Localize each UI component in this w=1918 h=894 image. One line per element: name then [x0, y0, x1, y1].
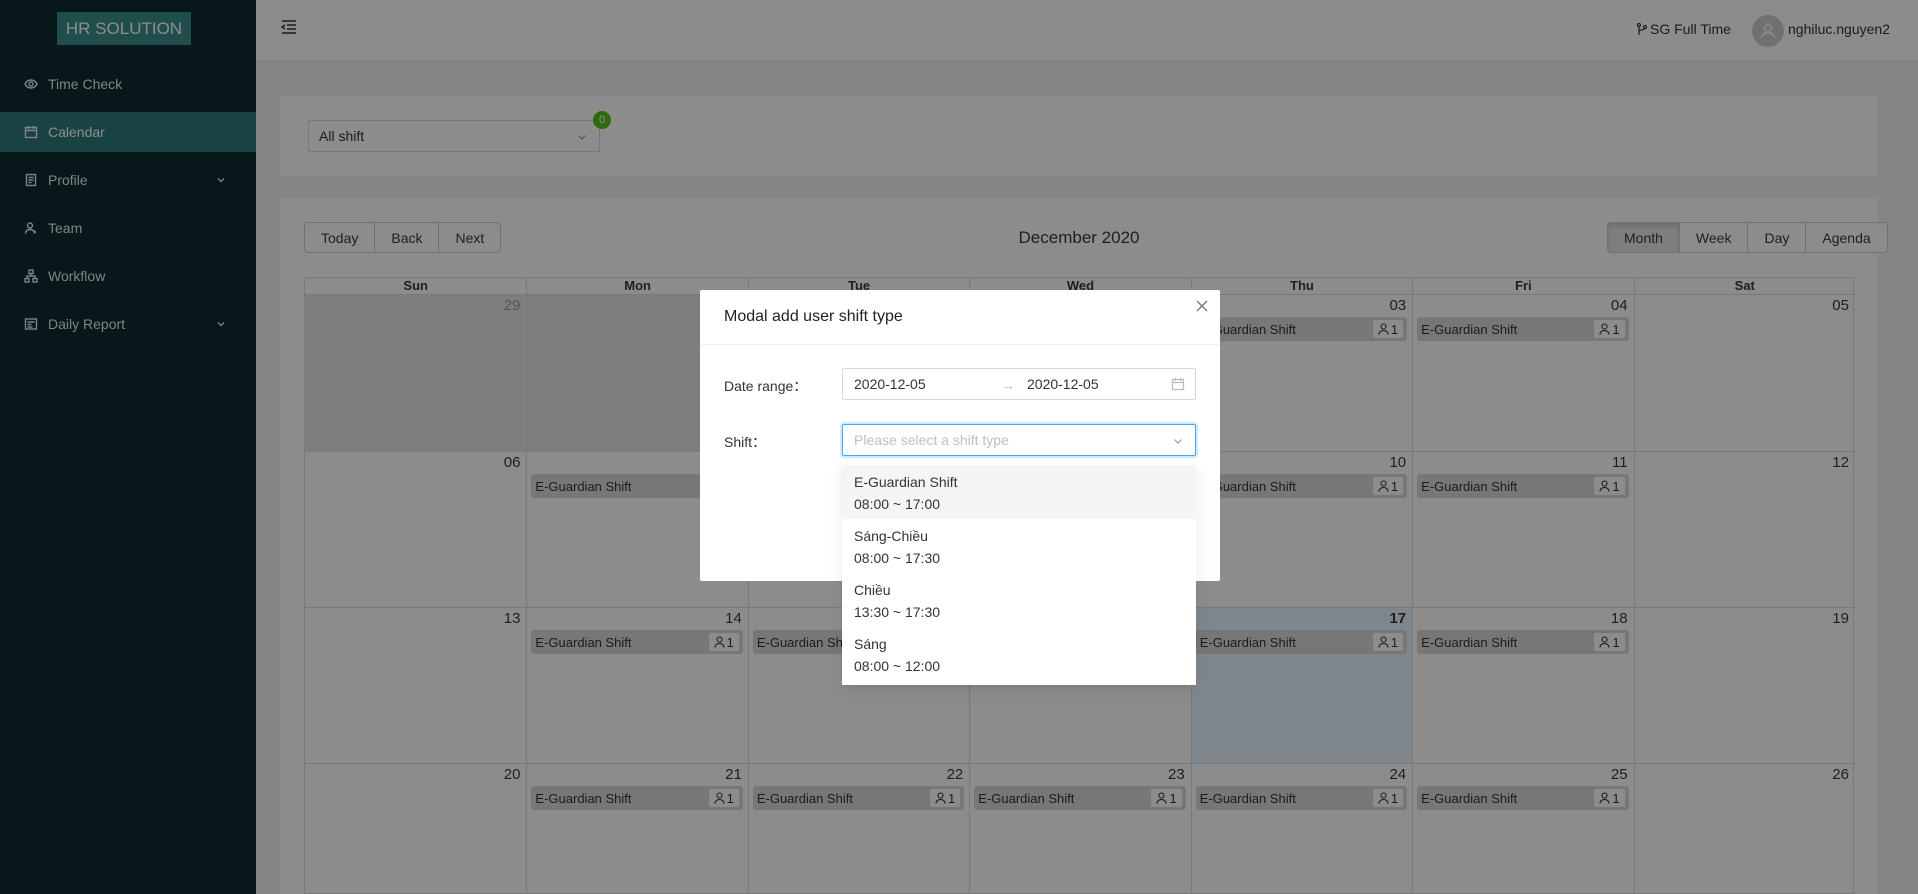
option-name: E-Guardian Shift	[854, 474, 958, 490]
shift-select[interactable]: Please select a shift type	[842, 424, 1196, 456]
option-name: Chiều	[854, 582, 891, 598]
option-time: 08:00 ~ 17:00	[854, 496, 941, 512]
modal-title: Modal add user shift type	[700, 290, 1220, 345]
shift-option[interactable]: Sáng-Chiều 08:00 ~ 17:30	[842, 519, 1196, 573]
calendar-icon	[1171, 378, 1185, 391]
shift-label: Shift：	[724, 434, 767, 450]
shift-option[interactable]: E-Guardian Shift 08:00 ~ 17:00	[842, 465, 1196, 519]
option-time: 08:00 ~ 17:30	[854, 550, 941, 566]
option-time: 13:30 ~ 17:30	[854, 604, 941, 620]
option-time: 08:00 ~ 12:00	[854, 658, 941, 674]
chevron-down-icon	[1174, 439, 1182, 444]
date-range-label: Date range：	[724, 378, 808, 394]
shift-option[interactable]: Sáng 08:00 ~ 12:00	[842, 627, 1196, 681]
date-end-input[interactable]: 2020-12-05	[1027, 376, 1099, 392]
date-start-input[interactable]: 2020-12-05	[854, 376, 926, 392]
shift-option[interactable]: Chiều 13:30 ~ 17:30	[842, 573, 1196, 627]
arrow-right-icon: →	[1001, 377, 1015, 393]
shift-select-placeholder: Please select a shift type	[854, 432, 1009, 448]
option-name: Sáng	[854, 636, 887, 652]
shift-dropdown: E-Guardian Shift 08:00 ~ 17:00 Sáng-Chiề…	[842, 461, 1196, 685]
close-icon[interactable]	[1194, 298, 1210, 314]
option-name: Sáng-Chiều	[854, 528, 928, 544]
date-range-picker[interactable]: 2020-12-05 → 2020-12-05	[842, 368, 1196, 400]
